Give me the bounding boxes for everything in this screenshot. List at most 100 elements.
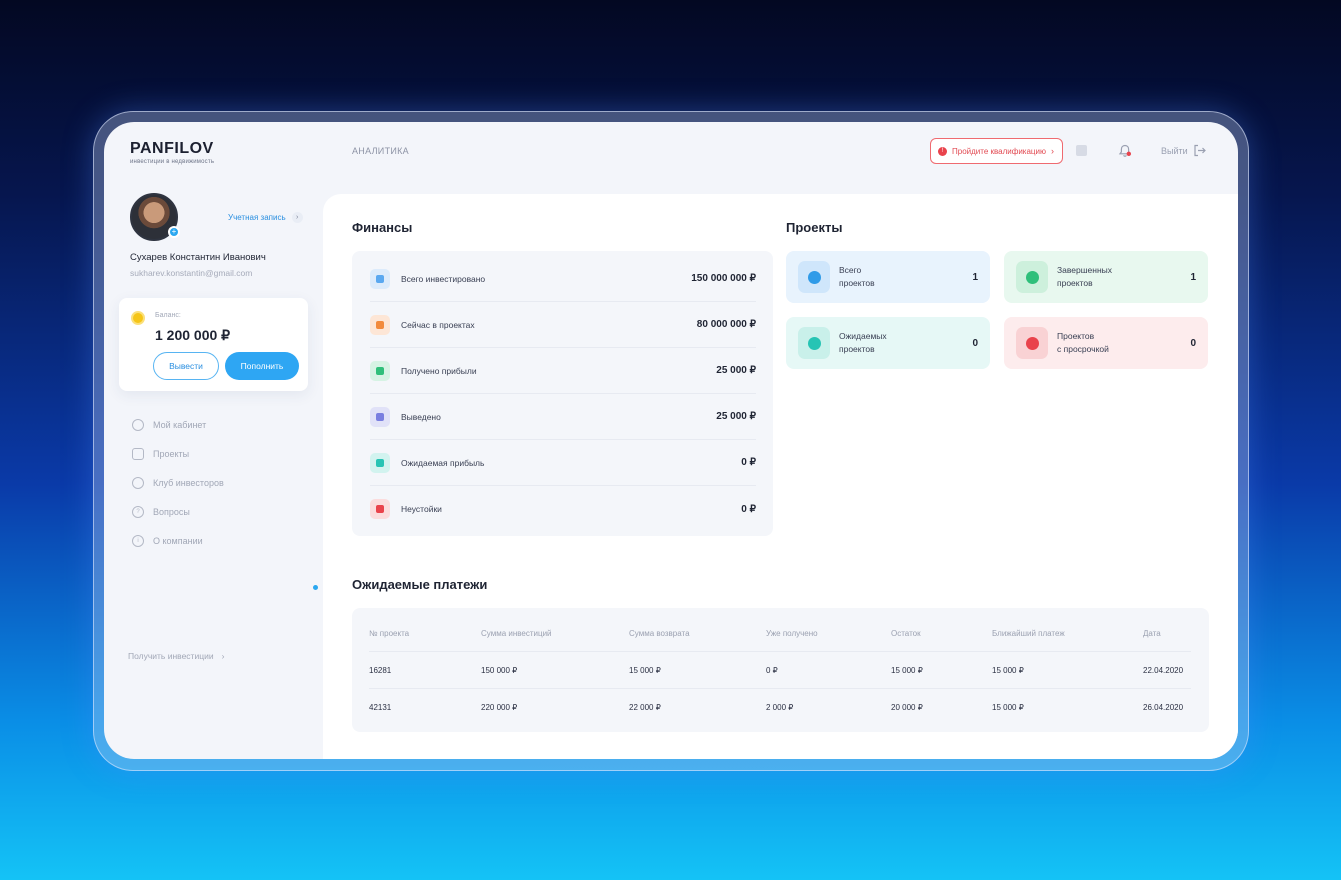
finance-value: 0 ₽ [741,503,756,515]
user-name: Сухарев Константин Иванович [130,252,266,263]
table-header-cell: Ближайший платеж [992,628,1065,638]
table-cell: 15 000 ₽ [992,665,1024,675]
balance-value: 1 200 000 ₽ [155,327,231,343]
sidebar-item-label: Вопросы [153,506,190,517]
table-header-cell: Остаток [891,628,921,638]
chevron-right-icon: › [221,651,225,661]
table-cell: 150 000 ₽ [481,665,518,675]
project-stat-icon [798,261,830,293]
project-stat-icon-glyph [807,336,821,350]
coin-icon [131,311,145,325]
collapse-handle[interactable] [313,585,318,590]
table-header-cell: Сумма инвестиций [481,628,552,638]
finance-label: Ожидаемая прибыль [401,457,485,468]
project-stat-count: 0 [1190,337,1196,349]
finance-row: Получено прибыли 25 000 ₽ [370,348,756,394]
table-header-cell: № проекта [369,628,410,638]
account-link[interactable]: Учетная запись › [228,212,303,223]
nav-analytics[interactable]: АНАЛИТИКА [352,146,409,156]
finance-row: Выведено 25 000 ₽ [370,394,756,440]
finance-value: 80 000 000 ₽ [696,319,756,330]
users-icon [132,476,144,489]
table-header-cell: Уже получено [766,628,818,638]
sidebar-item-label: О компании [153,535,203,546]
project-stat-card[interactable]: Ожидаемых проектов 0 [786,317,990,369]
logout-label: Выйти [1161,145,1188,156]
table-row[interactable]: 42131 220 000 ₽ 22 000 ₽ 2 000 ₽ 20 000 ₽ 15 … [369,689,1191,726]
finance-label: Получено прибыли [401,365,477,376]
chevron-right-icon: › [291,212,303,223]
logo[interactable]: PANFILOV инвестиции в недвижимость [130,140,214,165]
sidebar-item-about[interactable]: i О компании [132,526,224,555]
finance-icon-glyph [376,320,384,329]
topup-button[interactable]: Пополнить [225,352,299,380]
finance-row: Ожидаемая прибыль 0 ₽ [370,440,756,486]
project-stat-count: 1 [1190,271,1196,283]
question-icon: ? [132,505,144,518]
account-link-label: Учетная запись [228,213,286,222]
table-cell: 22.04.2020 [1143,665,1184,675]
get-investments-label: Получить инвестиции [128,651,214,661]
project-stat-card[interactable]: Всего проектов 1 [786,251,990,303]
finance-value: 150 000 000 ₽ [691,273,756,284]
table-cell: 22 000 ₽ [629,703,661,712]
finance-value: 25 000 ₽ [716,411,756,422]
sidebar-item-cabinet[interactable]: Мой кабинет [132,410,224,439]
table-cell: 0 ₽ [766,665,778,675]
logout-icon [1194,144,1206,157]
qualification-button[interactable]: ! Пройдите квалификацию › [930,138,1063,164]
project-stat-count: 0 [972,337,978,349]
finance-icon-glyph [376,458,384,467]
finance-title: Финансы [352,220,413,235]
table-row[interactable]: 16281 150 000 ₽ 15 000 ₽ 0 ₽ 15 000 ₽ 15 000 … [369,652,1191,689]
project-stat-label: Завершенных проектов [1057,265,1113,288]
qualification-label: Пройдите квалификацию [952,146,1046,156]
finance-value: 25 000 ₽ [716,365,756,376]
table-cell: 2 000 ₽ [766,703,794,712]
withdraw-button[interactable]: Вывести [153,352,219,380]
project-stat-label: Всего проектов [839,265,875,288]
bell-icon[interactable] [1117,143,1133,159]
document-icon [132,447,144,460]
project-stat-icon [1016,261,1048,293]
project-stat-card[interactable]: Завершенных проектов 1 [1004,251,1208,303]
sidebar-item-club[interactable]: Клуб инвесторов [132,468,224,497]
finance-icon [370,499,390,519]
finance-icon [370,268,390,289]
table-header-row: № проекта Сумма инвестиций Сумма возврата У… [369,615,1191,652]
finance-icon [370,314,390,335]
table-header-cell: Сумма возврата [629,628,690,638]
project-stat-count: 1 [972,271,978,283]
info-icon: i [132,534,144,547]
finance-card: Всего инвестировано 150 000 000 ₽ Сейчас в… [352,251,773,536]
table-header-cell: Дата [1143,628,1161,638]
table-cell: 15 000 ₽ [629,665,661,675]
avatar-add-icon[interactable]: + [168,226,180,238]
table-cell: 20 000 ₽ [891,703,923,712]
project-stat-label: Проектов с просрочкой [1057,331,1109,354]
table-cell: 220 000 ₽ [481,703,518,712]
app-screen: PANFILOV инвестиции в недвижимость АНАЛИ… [104,122,1238,759]
get-investments-link[interactable]: Получить инвестиции › [128,651,224,661]
projects-title: Проекты [786,220,843,235]
finance-label: Сейчас в проектах [401,319,475,330]
table-cell: 42131 [369,703,392,712]
payments-table: № проекта Сумма инвестиций Сумма возврата У… [352,608,1209,732]
project-stat-icon-glyph [1025,270,1039,284]
project-stat-icon [1016,327,1048,359]
message-icon[interactable] [1076,145,1087,156]
finance-icon-glyph [376,505,384,513]
sidebar-item-label: Мой кабинет [153,419,207,430]
project-stat-card[interactable]: Проектов с просрочкой 0 [1004,317,1208,369]
sidebar-item-questions[interactable]: ? Вопросы [132,497,224,526]
logout-button[interactable]: Выйти [1161,144,1206,157]
chevron-right-icon: › [1050,146,1054,156]
main-panel: Финансы Всего инвестировано 150 000 000 ₽… [323,194,1238,759]
project-stat-icon [798,327,830,359]
user-email: sukharev.konstantin@gmail.com [130,268,253,278]
balance-card: Баланс: 1 200 000 ₽ Вывести Пополнить [119,298,308,391]
sidebar-item-projects[interactable]: Проекты [132,439,224,468]
user-icon [132,418,144,431]
finance-row: Неустойки 0 ₽ [370,486,756,532]
sidebar-item-label: Проекты [153,448,190,459]
